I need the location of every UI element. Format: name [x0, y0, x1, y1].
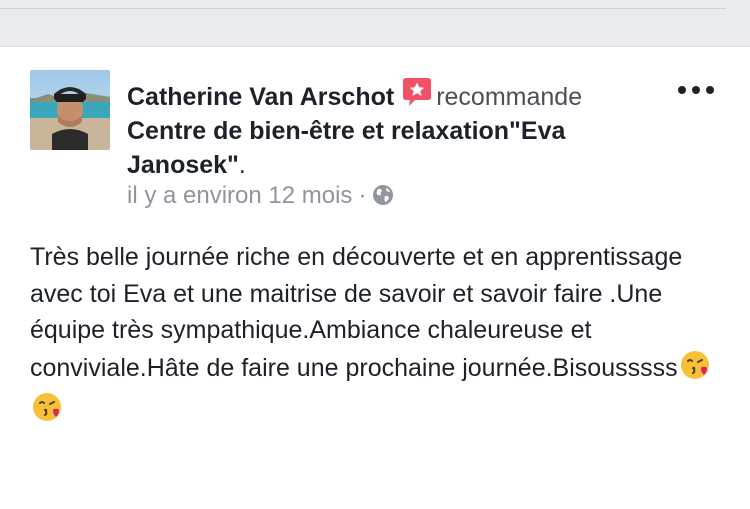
- post-header: Catherine Van Arschot recommande Centre …: [127, 77, 627, 182]
- page-suffix: .: [238, 151, 246, 179]
- dot: [678, 86, 686, 94]
- post-meta: il y a environ 12 mois ·: [127, 181, 394, 214]
- action-text: recommande: [436, 83, 583, 111]
- face-blowing-kiss-emoji: [31, 391, 63, 434]
- face-blowing-kiss-emoji: [679, 349, 711, 392]
- feed-background: [0, 0, 750, 46]
- post-body: Très belle journée riche en découverte e…: [30, 239, 730, 434]
- dot: [692, 86, 700, 94]
- recommendation-star-icon: [402, 77, 432, 107]
- separator: ·: [358, 182, 367, 209]
- divider: [0, 8, 726, 9]
- timestamp[interactable]: il y a environ 12 mois: [127, 182, 352, 209]
- post-body-text: Très belle journée riche en découverte e…: [30, 243, 683, 382]
- author-name[interactable]: Catherine Van Arschot: [127, 83, 394, 111]
- page-name-link[interactable]: Centre de bien-être et relaxation"Eva Ja…: [127, 117, 565, 179]
- dot: [706, 86, 714, 94]
- more-options-icon[interactable]: [678, 83, 714, 97]
- avatar[interactable]: [30, 70, 110, 150]
- globe-icon[interactable]: [372, 184, 394, 214]
- recommendation-post: Catherine Van Arschot recommande Centre …: [0, 47, 750, 509]
